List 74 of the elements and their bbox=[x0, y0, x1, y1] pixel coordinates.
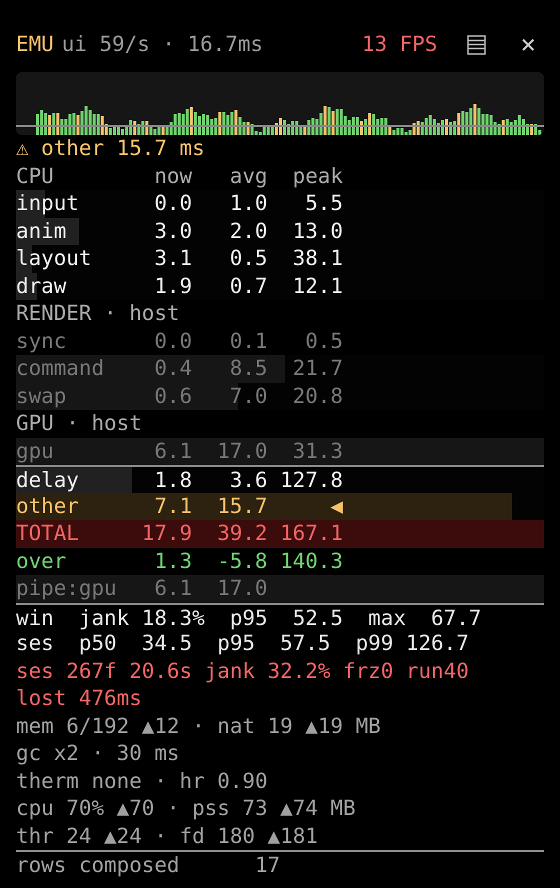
cell-value: 0.7 bbox=[228, 272, 268, 300]
stat-line: gc x2 · 30 ms bbox=[16, 740, 181, 767]
warning-text: ⚠ other 15.7 ms bbox=[16, 135, 206, 162]
section-title: RENDER · host bbox=[16, 300, 181, 327]
cell-value: 12.1 bbox=[292, 272, 343, 300]
column-header: now bbox=[153, 162, 192, 190]
cell-value: 7.0 bbox=[228, 382, 268, 410]
cell-value: 2.0 bbox=[228, 218, 268, 244]
menu-icon[interactable] bbox=[467, 35, 486, 55]
app-name: EMU bbox=[16, 31, 54, 58]
cell-value: 167.1 bbox=[279, 520, 343, 547]
cell-value: 5.5 bbox=[304, 190, 343, 217]
cell-value: 1.8 bbox=[153, 467, 192, 494]
cell-value: 0.5 bbox=[228, 245, 268, 272]
cell-value: 17.0 bbox=[216, 438, 268, 464]
close-button[interactable]: × bbox=[512, 32, 544, 58]
row-label: input bbox=[16, 190, 80, 217]
footer-value: 17 bbox=[254, 852, 280, 878]
row-label: command bbox=[16, 355, 106, 382]
cell-value: 17.0 bbox=[216, 575, 268, 602]
column-header: avg bbox=[228, 162, 268, 190]
stat-line: ses 267f 20.6s jank 32.2% frz0 run40 bbox=[16, 658, 470, 684]
stat-line: thr 24 ▲24 · fd 180 ▲181 bbox=[16, 822, 319, 850]
fps-counter: 13 FPS bbox=[362, 31, 438, 58]
cell-value: 140.3 bbox=[279, 548, 343, 574]
cell-value: 127.8 bbox=[279, 467, 343, 494]
cell-value: 1.9 bbox=[153, 272, 192, 300]
cell-value: 3.0 bbox=[153, 218, 192, 244]
cell-value: 1.0 bbox=[228, 190, 268, 217]
row-label: delay bbox=[16, 467, 80, 494]
cell-value: 0.0 bbox=[153, 328, 192, 354]
row-label: layout bbox=[16, 245, 92, 272]
row-label: swap bbox=[16, 382, 68, 410]
cell-value: 0.0 bbox=[153, 190, 192, 217]
cell-value: 0.1 bbox=[228, 328, 268, 354]
stat-line: lost 476ms bbox=[16, 685, 143, 712]
cell-value: 1.3 bbox=[153, 548, 192, 574]
row-label: draw bbox=[16, 272, 68, 300]
cell-value: 21.7 bbox=[292, 355, 343, 382]
cell-value: 7.1 bbox=[153, 492, 192, 520]
cell-value: 39.2 bbox=[216, 520, 268, 547]
row-label: gpu bbox=[16, 438, 55, 464]
cell-value: 20.8 bbox=[292, 382, 343, 410]
stat-line: mem 6/192 ▲12 · nat 19 ▲19 MB bbox=[16, 712, 382, 740]
column-header: peak bbox=[292, 162, 343, 190]
stat-line: ses p50 34.5 p95 57.5 p99 126.7 bbox=[16, 630, 470, 657]
cell-value: -5.8 bbox=[216, 548, 268, 574]
cell-value: 13.0 bbox=[292, 218, 343, 244]
cell-value: 0.6 bbox=[153, 382, 192, 410]
row-label: anim bbox=[16, 218, 68, 244]
cell-value: 15.7 bbox=[216, 492, 268, 520]
cell-value: 31.3 bbox=[292, 438, 343, 464]
cell-value: 8.5 bbox=[228, 355, 268, 382]
section-title: GPU · host bbox=[16, 410, 143, 437]
row-label: over bbox=[16, 548, 68, 574]
cell-value: 17.9 bbox=[140, 520, 192, 547]
row-label: pipe:gpu bbox=[16, 575, 117, 602]
row-label: TOTAL bbox=[16, 520, 80, 547]
cell-value: 6.1 bbox=[153, 438, 192, 464]
stat-line: therm none · hr 0.90 bbox=[16, 768, 269, 794]
pointer-marker: ◀ bbox=[329, 492, 343, 520]
frame-rate-text: ui 59/s · 16.7ms bbox=[62, 31, 263, 58]
section-title: CPU bbox=[16, 162, 55, 190]
stat-line: win jank 18.3% p95 52.5 max 67.7 bbox=[16, 604, 482, 630]
cell-value: 0.5 bbox=[304, 328, 343, 354]
cell-value: 3.6 bbox=[228, 467, 268, 494]
stat-line: cpu 70% ▲70 · pss 73 ▲74 MB bbox=[16, 795, 357, 822]
cell-value: 38.1 bbox=[292, 245, 343, 272]
row-label: other bbox=[16, 492, 80, 520]
cell-value: 0.4 bbox=[153, 355, 192, 382]
cell-value: 3.1 bbox=[153, 245, 192, 272]
cell-value: 6.1 bbox=[153, 575, 192, 602]
footer-label: rows composed bbox=[16, 852, 181, 878]
row-label: sync bbox=[16, 328, 68, 354]
